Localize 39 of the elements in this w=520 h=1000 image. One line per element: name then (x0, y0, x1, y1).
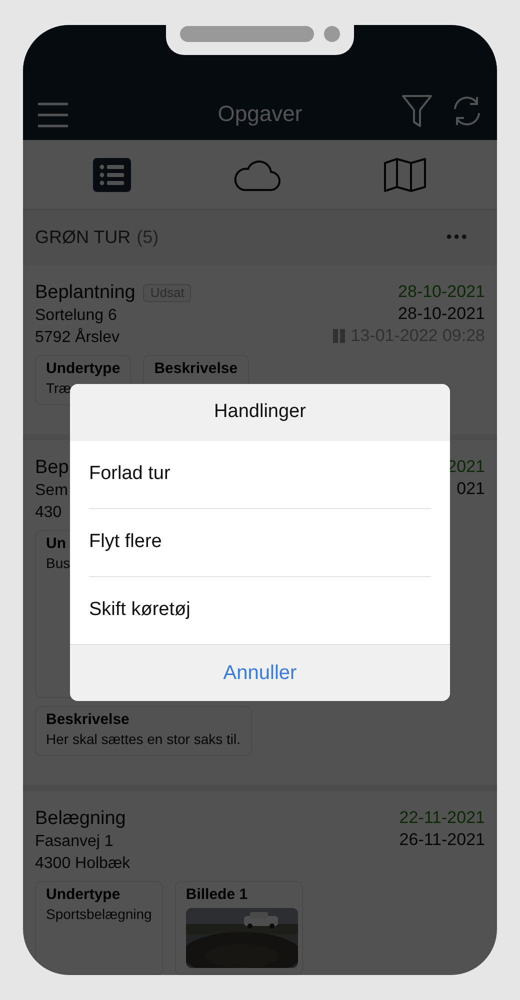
front-camera (324, 26, 340, 42)
menu-icon[interactable] (37, 102, 69, 128)
field-label: Beskrivelse (46, 711, 130, 729)
more-button[interactable]: ••• (446, 226, 469, 250)
field-label: Beskrivelse (154, 360, 238, 378)
list-icon[interactable] (93, 158, 132, 192)
field-value: Bus (46, 554, 70, 573)
dialog-title: Handlinger (214, 400, 306, 424)
start-date: 22-11-2021 (399, 807, 485, 829)
end-date: 26-11-2021 (399, 829, 485, 851)
field-label: Un (46, 535, 66, 553)
task-title: Belægning (35, 807, 126, 831)
task-address: Fasanvej 1 (35, 832, 114, 852)
task-city: 4300 Holbæk (35, 854, 130, 874)
task-title: Bep (35, 456, 69, 480)
task-card[interactable]: Belægning Fasanvej 1 4300 Holbæk 22-11-2021 26-11-2021 Undertype Sportsbelægning Billede 1 (23, 791, 497, 975)
field-label: Undertype (46, 360, 120, 378)
task-address: Sem (35, 481, 69, 501)
filter-icon[interactable] (400, 94, 433, 128)
field-value: Træ (46, 379, 72, 398)
field-value: Her skal sættes en stor saks til. (46, 730, 241, 749)
task-city: 430 (35, 503, 63, 523)
task-city: 5792 Årslev (35, 327, 120, 348)
action-item[interactable]: Forlad tur (89, 441, 431, 508)
action-item[interactable]: Skift køretøj (89, 577, 431, 644)
field-label: Billede 1 (186, 886, 248, 904)
start-date: 28-10-2021 (398, 281, 485, 303)
action-item[interactable]: Flyt flere (89, 509, 431, 576)
task-title: Beplantning (35, 281, 136, 305)
field-label: Undertype (46, 886, 120, 904)
end-date: 021 (456, 478, 485, 500)
map-icon[interactable] (382, 158, 427, 192)
cancel-button[interactable]: Annuller (70, 644, 450, 701)
task-address: Sortelung 6 (35, 306, 118, 326)
cloud-icon[interactable] (232, 158, 282, 192)
end-date: 28-10-2021 (398, 303, 485, 325)
section-title: GRØN TUR (35, 226, 131, 249)
header-title: Opgaver (218, 100, 302, 128)
field-value: Sportsbelægning (46, 905, 152, 924)
